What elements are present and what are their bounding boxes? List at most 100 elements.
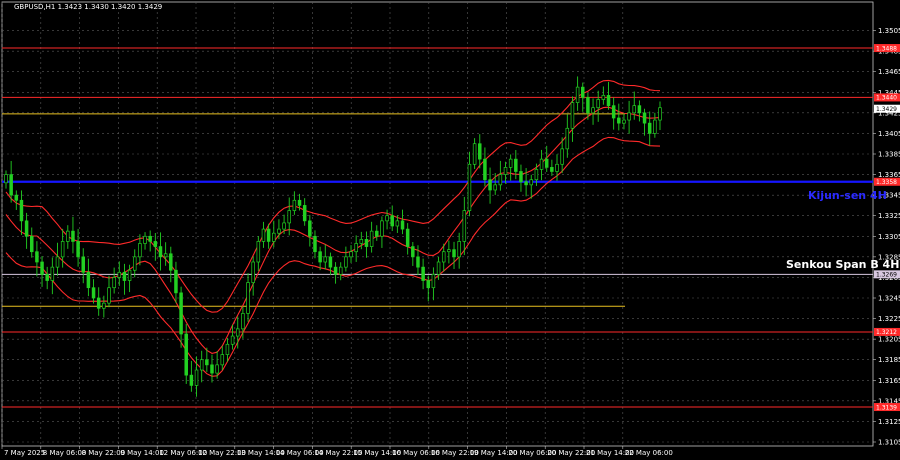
candle-body	[189, 374, 194, 386]
chart-background	[0, 0, 900, 460]
candle-body	[251, 261, 255, 283]
candle-body	[60, 241, 65, 258]
candle-body	[76, 241, 80, 258]
level-label-text: 1.3139	[876, 404, 897, 411]
chart-header: GBPUSD,H1 1.3423 1.3430 1.3420 1.3429	[14, 3, 162, 11]
candle-body	[617, 117, 621, 124]
candle-body	[606, 95, 611, 107]
candle-body	[472, 143, 477, 165]
candle-body	[148, 235, 152, 242]
candle-body	[359, 239, 364, 244]
level-label-text: 1.3358	[876, 179, 897, 186]
candle-body	[220, 354, 225, 366]
candle-body	[19, 199, 24, 222]
level-label-text: 1.3440	[876, 95, 897, 102]
candle-body	[658, 107, 662, 121]
candle-body	[199, 359, 204, 371]
candle-body	[266, 228, 271, 242]
candle-body	[71, 230, 75, 242]
candle-body	[50, 266, 55, 281]
candle-body	[354, 243, 358, 253]
level-label-text: 1.3212	[876, 329, 897, 336]
y-tick-label: 1.3325	[878, 212, 900, 220]
candle-body	[241, 313, 245, 330]
candle-body	[426, 280, 431, 289]
candle-body	[313, 235, 317, 253]
candle-body	[29, 235, 34, 253]
candle-body	[40, 261, 44, 275]
kijun-sen-label: Kijun-sen 4H	[808, 189, 887, 202]
candle-body	[215, 364, 219, 374]
y-tick-label: 1.3245	[878, 295, 900, 303]
candle-body	[4, 174, 8, 184]
candle-body	[91, 287, 96, 299]
x-tick-label: 8 May 22:00	[82, 449, 126, 457]
candle-body	[467, 163, 472, 211]
candle-body	[575, 86, 580, 103]
level-label-text: 1.3269	[876, 272, 897, 279]
x-tick-label: 8 May 06:00	[43, 449, 87, 457]
candle-body	[344, 256, 348, 268]
candle-body	[627, 112, 631, 121]
candle-body	[302, 205, 307, 222]
candle-body	[581, 86, 585, 98]
candle-body	[153, 241, 158, 247]
candle-body	[287, 210, 291, 224]
candle-body	[328, 256, 333, 268]
x-tick-label: 22 May 06:00	[625, 449, 673, 457]
candle-body	[596, 99, 600, 109]
candle-body	[431, 273, 436, 289]
candle-body	[498, 174, 503, 186]
candle-body	[205, 359, 209, 366]
candle-body	[539, 158, 544, 170]
candle-body	[210, 364, 214, 374]
candle-body	[544, 158, 549, 168]
candle-body	[493, 184, 497, 191]
price-chart[interactable]: 1.35051.34851.34651.34451.34251.34051.33…	[0, 0, 900, 460]
candle-body	[380, 220, 384, 237]
candle-body	[591, 107, 595, 114]
candle-body	[478, 143, 482, 160]
y-tick-label: 1.3125	[878, 418, 900, 426]
candle-body	[272, 232, 276, 242]
candle-body	[555, 163, 559, 172]
candle-body	[369, 230, 374, 247]
candle-body	[112, 277, 116, 289]
candle-body	[127, 269, 132, 281]
candle-body	[158, 246, 163, 258]
candle-body	[405, 228, 410, 247]
x-tick-label: 9 May 14:00	[120, 449, 164, 457]
candle-body	[117, 271, 122, 278]
x-tick-label: 7 May 2025	[4, 449, 45, 457]
candle-body	[642, 112, 647, 124]
candle-body	[230, 335, 235, 345]
candle-body	[570, 102, 575, 129]
candle-body	[132, 256, 137, 271]
candle-body	[457, 241, 461, 258]
candle-body	[256, 241, 261, 263]
candle-body	[385, 215, 389, 222]
candle-body	[194, 369, 199, 386]
candle-body	[138, 243, 142, 258]
candle-body	[292, 199, 297, 211]
candle-body	[55, 256, 60, 268]
candle-body	[81, 256, 85, 273]
candle-body	[179, 292, 183, 335]
candle-body	[400, 220, 405, 230]
y-tick-label: 1.3465	[878, 68, 900, 76]
candle-body	[261, 228, 266, 242]
candle-body	[560, 148, 564, 165]
candle-body	[122, 271, 127, 281]
candle-body	[632, 105, 637, 114]
candle-body	[9, 174, 13, 196]
candle-body	[375, 230, 379, 237]
candle-body	[441, 251, 446, 263]
candle-body	[333, 266, 338, 275]
current-price-label: 1.3429	[876, 106, 897, 113]
candle-body	[611, 105, 616, 119]
candle-body	[653, 119, 657, 134]
candle-body	[143, 235, 147, 244]
candle-body	[14, 194, 19, 201]
candle-body	[297, 199, 302, 206]
candle-body	[395, 220, 400, 227]
